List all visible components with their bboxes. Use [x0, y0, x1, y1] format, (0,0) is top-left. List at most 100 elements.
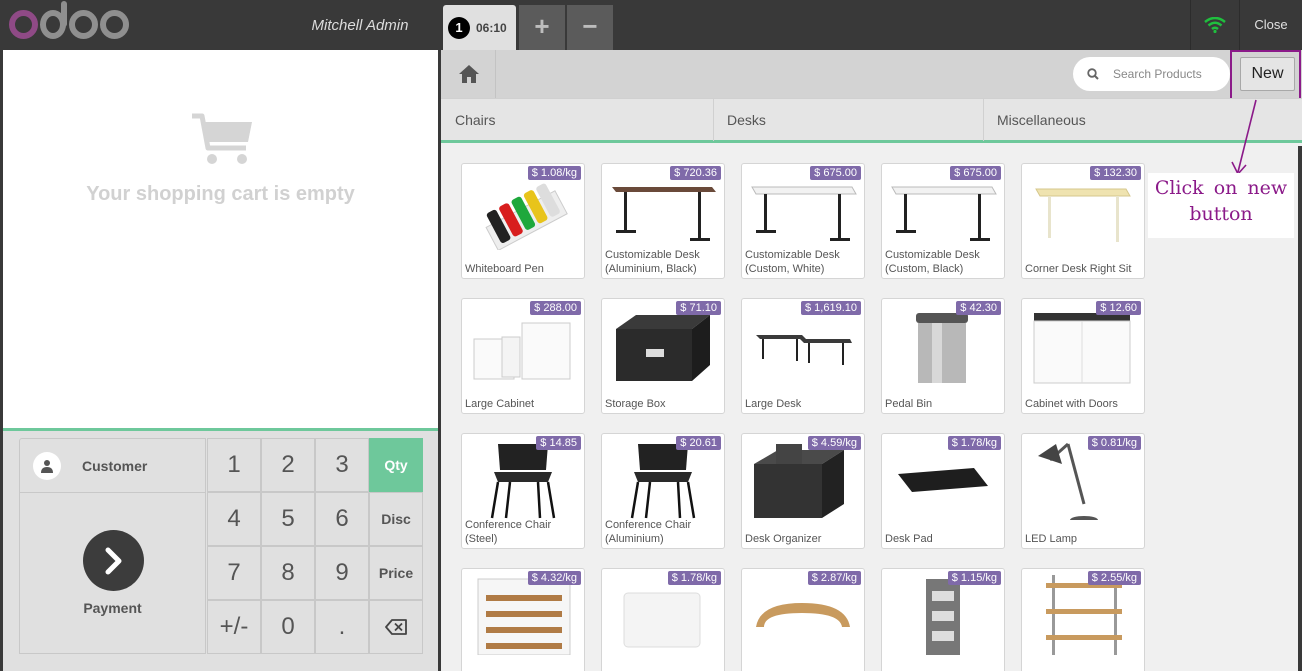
product-price: $ 0.81/kg [1087, 436, 1141, 450]
product-name: Pedal Bin [885, 398, 933, 410]
payment-button[interactable]: Payment [19, 493, 206, 654]
order-number-badge: 1 [448, 16, 470, 39]
product-price: $ 2.55/kg [1087, 571, 1141, 585]
numpad-key-2[interactable]: 2 [261, 438, 315, 492]
shopping-cart-icon [190, 112, 256, 173]
numpad-key-9[interactable]: 9 [315, 546, 369, 600]
numpad-key-1[interactable]: 1 [207, 438, 261, 492]
product-card[interactable]: $ 132.30 Corner Desk Right Sit [1021, 163, 1145, 279]
numpad-key-7[interactable]: 7 [207, 546, 261, 600]
product-name: Customizable Desk (Aluminium, Black) [605, 249, 700, 275]
product-price: $ 2.87/kg [807, 571, 861, 585]
product-price: $ 71.10 [676, 301, 721, 315]
numpad: 1 2 3 Qty 4 5 6 Disc 7 8 9 Price +/- 0 . [207, 438, 424, 654]
category-chairs[interactable]: Chairs [442, 99, 714, 141]
user-name[interactable]: Mitchell Admin [300, 0, 420, 50]
product-name: LED Lamp [1025, 533, 1077, 545]
payment-label: Payment [83, 600, 142, 616]
product-card[interactable]: $ 720.36 Customizable Desk (Aluminium, B… [601, 163, 725, 279]
product-price: $ 288.00 [530, 301, 581, 315]
product-card[interactable]: $ 675.00 Customizable Desk (Custom, Blac… [881, 163, 1005, 279]
product-card[interactable]: $ 4.32/kg [461, 568, 585, 671]
product-card[interactable]: $ 14.85 Conference Chair (Steel) [461, 433, 585, 549]
product-card[interactable]: $ 0.81/kg LED Lamp [1021, 433, 1145, 549]
order-tab[interactable]: 1 06:10 [443, 5, 516, 50]
product-name: Conference Chair (Aluminium) [605, 519, 692, 545]
search-products-input[interactable]: Search Products [1073, 57, 1230, 91]
product-price: $ 14.85 [536, 436, 581, 450]
close-button[interactable]: Close [1239, 0, 1302, 50]
numpad-key-plus-minus[interactable]: +/- [207, 600, 261, 654]
product-card[interactable]: $ 675.00 Customizable Desk (Custom, Whit… [741, 163, 865, 279]
product-card[interactable]: $ 1.78/kg Desk Pad [881, 433, 1005, 549]
product-price: $ 720.36 [670, 166, 721, 180]
numpad-key-6[interactable]: 6 [315, 492, 369, 546]
mode-disc-button[interactable]: Disc [369, 492, 423, 546]
category-bar: Chairs Desks Miscellaneous [441, 98, 1302, 143]
add-order-button[interactable]: + [519, 5, 565, 50]
home-icon [459, 65, 479, 83]
product-card[interactable]: $ 20.61 Conference Chair (Aluminium) [601, 433, 725, 549]
remove-order-button[interactable]: − [567, 5, 613, 50]
product-price: $ 4.32/kg [527, 571, 581, 585]
product-card[interactable]: $ 12.60 Cabinet with Doors [1021, 298, 1145, 414]
product-card[interactable]: $ 2.87/kg [741, 568, 865, 671]
numpad-key-3[interactable]: 3 [315, 438, 369, 492]
product-card[interactable]: $ 4.59/kg Desk Organizer [741, 433, 865, 549]
backspace-button[interactable] [369, 600, 423, 654]
product-price: $ 675.00 [810, 166, 861, 180]
user-icon [33, 451, 61, 480]
product-card[interactable]: $ 1.08/kg Whiteboard Pen [461, 163, 585, 279]
numpad-key-4[interactable]: 4 [207, 492, 261, 546]
product-price: $ 132.30 [1090, 166, 1141, 180]
product-name: Large Desk [745, 398, 802, 410]
numpad-key-8[interactable]: 8 [261, 546, 315, 600]
category-desks[interactable]: Desks [714, 99, 984, 141]
product-price: $ 1.08/kg [527, 166, 581, 180]
product-price: $ 1.78/kg [667, 571, 721, 585]
product-card[interactable]: $ 71.10 Storage Box [601, 298, 725, 414]
annotation-line-1: Click on new [1154, 177, 1288, 199]
top-bar: Mitchell Admin 1 06:10 + − Close [0, 0, 1302, 50]
product-name: Desk Organizer [745, 533, 822, 545]
product-name: Conference Chair (Steel) [465, 519, 552, 545]
product-card[interactable]: $ 1,619.10 Large Desk [741, 298, 865, 414]
product-name: Desk Pad [885, 533, 933, 545]
product-card[interactable]: $ 42.30 Pedal Bin [881, 298, 1005, 414]
product-price: $ 1,619.10 [801, 301, 861, 315]
home-button[interactable] [443, 50, 496, 98]
product-card[interactable]: $ 2.55/kg [1021, 568, 1145, 671]
empty-cart-message: Your shopping cart is empty [86, 183, 355, 205]
mode-qty-button[interactable]: Qty [369, 438, 423, 492]
product-price: $ 12.60 [1096, 301, 1141, 315]
backspace-icon [385, 619, 407, 635]
product-name: Large Cabinet [465, 398, 535, 410]
numpad-key-0[interactable]: 0 [261, 600, 315, 654]
product-name: Corner Desk Right Sit [1025, 263, 1132, 275]
customer-button[interactable]: Customer [19, 438, 206, 493]
annotation-line-2: button [1189, 203, 1253, 225]
product-name: Cabinet with Doors [1025, 398, 1118, 410]
chevron-right-icon [83, 530, 144, 591]
product-scrollbar[interactable] [1298, 146, 1302, 671]
wifi-icon[interactable] [1190, 0, 1239, 50]
product-name: Storage Box [605, 398, 666, 410]
mode-price-button[interactable]: Price [369, 546, 423, 600]
tutorial-annotation: Click on new button [1148, 173, 1294, 238]
numpad-key-5[interactable]: 5 [261, 492, 315, 546]
numpad-key-dot[interactable]: . [315, 600, 369, 654]
product-card[interactable]: $ 1.15/kg [881, 568, 1005, 671]
product-card[interactable]: $ 1.78/kg [601, 568, 725, 671]
product-price: $ 1.78/kg [947, 436, 1001, 450]
annotation-arrow-icon [1231, 99, 1257, 176]
product-card[interactable]: $ 288.00 Large Cabinet [461, 298, 585, 414]
product-price: $ 20.61 [676, 436, 721, 450]
odoo-logo [9, 0, 131, 40]
product-name: Customizable Desk (Custom, White) [745, 249, 840, 275]
product-name: Customizable Desk (Custom, Black) [885, 249, 980, 275]
search-icon [1087, 68, 1099, 80]
search-placeholder: Search Products [1113, 67, 1202, 81]
customer-label: Customer [82, 457, 148, 474]
order-time: 06:10 [476, 20, 507, 35]
new-button[interactable]: New [1240, 57, 1295, 91]
